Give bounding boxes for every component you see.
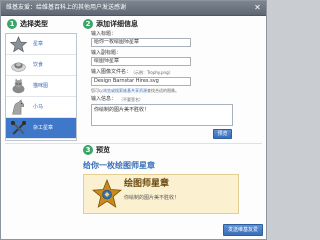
dialog-title: 维基友爱：给维基百科上的其他用户发送感谢 [6,4,127,11]
horse-icon [12,99,25,115]
step-2-heading: 添加详细信息 [96,20,138,28]
section-divider [5,143,262,144]
type-item-label: 星章 [33,41,44,47]
title-input[interactable]: 给你一枚绘图师星章 [91,38,191,47]
subtitle-input[interactable]: 绘图师星章 [91,57,191,66]
type-item-label: 杂工星章 [33,125,54,131]
type-item-horse[interactable]: 小马 [6,97,76,118]
barnstar-icon [92,179,122,208]
image-hint: 您可以浏览或搜索维基共享资源查找合适的图像。 [91,88,179,94]
barnstar-preview: 绘图师星章 你绘制的图片美不胜收！ [83,174,239,214]
dialog-titlebar: 维基友爱：给维基百科上的其他用户发送感谢 ✕ [1,1,266,16]
image-label: 输入图像文件名： [91,69,132,75]
close-icon[interactable]: ✕ [253,3,262,12]
type-list: 星章 饮食 猫咪图 小马 杂工星章 [5,33,77,141]
preview-button[interactable]: 预览 [213,129,232,139]
subtitle-label: 输入副标题： [91,50,122,56]
step-2-badge: 2 [83,19,93,29]
cat-icon [12,78,25,94]
step-3-badge: 3 [83,145,93,155]
barnstar-title: 绘图师星章 [124,179,170,189]
message-hint: （不要签名） [119,97,143,102]
step-3-heading: 预览 [96,146,110,154]
image-filename-input[interactable]: Design Barnstar Hires.svg [91,77,191,86]
type-item-cat[interactable]: 猫咪图 [6,76,76,97]
image-hint-tail: 查找合适的图像。 [147,88,179,93]
food-icon [11,62,26,72]
preview-heading: 给你一枚绘图师星章 [83,161,155,170]
image-hint-text: 您可以 [91,88,103,93]
message-label: 输入信息： [91,96,117,102]
step-1-badge: 1 [7,19,17,29]
type-item-star[interactable]: 星章 [6,34,76,55]
send-wikilove-button[interactable]: 发送维基友爱 [223,224,263,236]
step-1-heading: 选择类型 [20,20,48,28]
commons-search-link[interactable]: 浏览或搜索维基共享资源 [103,88,147,93]
image-placeholder: （示例：Trophy.png） [131,70,173,75]
title-label: 输入标题： [91,31,117,37]
gray-star-icon [10,36,27,53]
barnstar-message: 你绘制的图片美不胜收！ [124,195,180,201]
type-item-label: 饮食 [33,62,44,68]
type-item-label: 猫咪图 [33,83,49,89]
wikilove-dialog: 维基友爱：给维基百科上的其他用户发送感谢 ✕ 1 选择类型 星章 饮食 猫咪图 … [0,0,267,240]
type-item-label: 小马 [33,104,44,110]
message-textarea[interactable]: 你绘制的图片美不胜收！ [91,104,233,126]
tools-icon [10,120,27,135]
type-item-food[interactable]: 饮食 [6,55,76,76]
type-item-handyman[interactable]: 杂工星章 [6,118,76,139]
